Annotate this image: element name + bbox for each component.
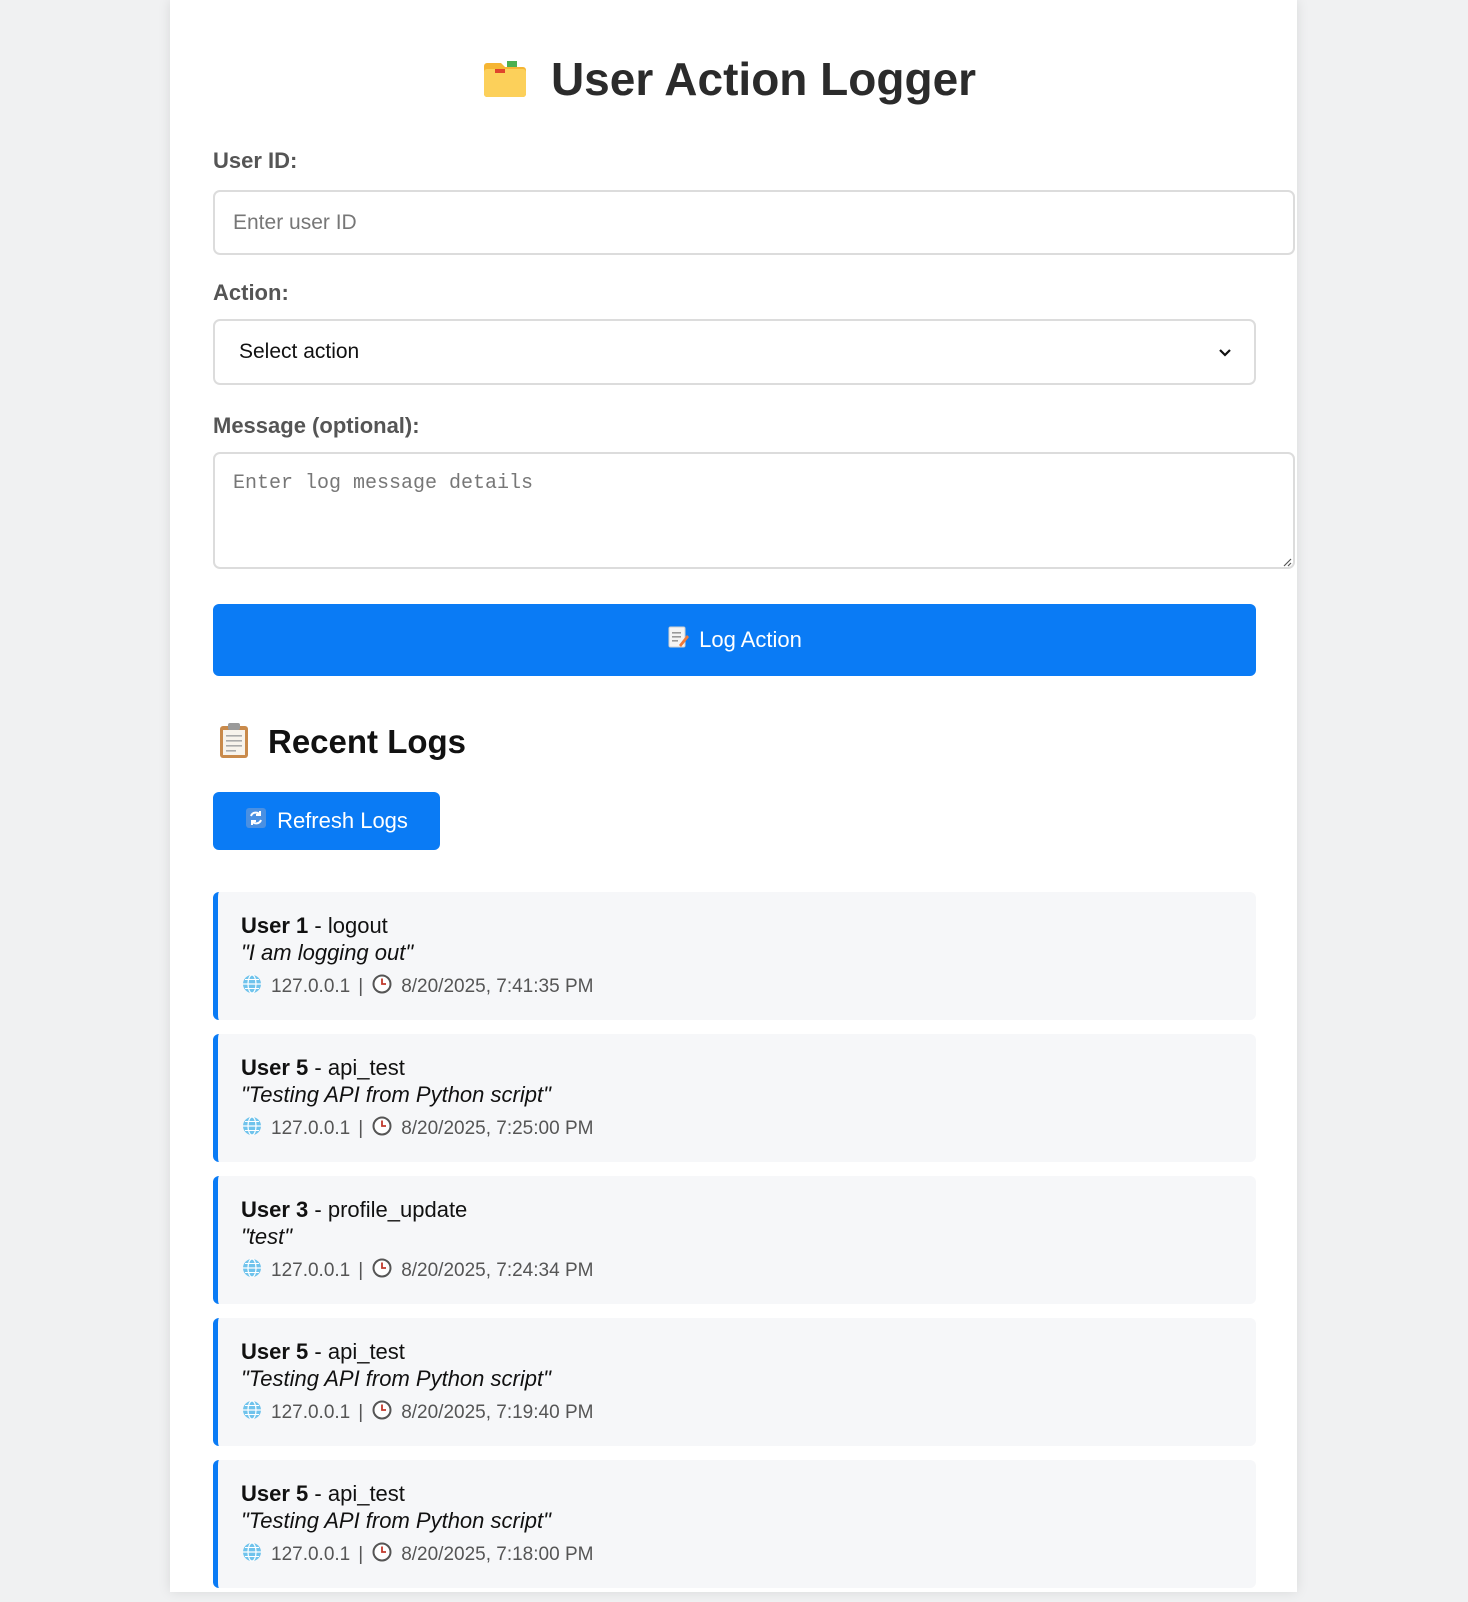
log-user: User 5 [241,1055,309,1080]
action-label: Action: [213,280,289,305]
log-user: User 5 [241,1339,309,1364]
log-meta: 127.0.0.1 | 8/20/2025, 7:41:35 PM [241,973,1256,1001]
log-action: profile_update [327,1197,468,1222]
log-message: "test" [241,1224,293,1249]
log-ip: 127.0.0.1 [271,1544,351,1565]
log-time: 8/20/2025, 7:41:35 PM [401,976,594,997]
log-header: User 5 - api_test [241,1339,405,1364]
log-meta: 127.0.0.1 | 8/20/2025, 7:25:00 PM [241,1115,1256,1143]
globe-icon [241,1541,263,1569]
log-ip: 127.0.0.1 [271,1118,351,1139]
main-card: User Action Logger User ID: Action: Sele… [170,0,1297,1592]
log-entry: User 1 - logout "I am logging out" 127.0… [213,892,1256,1020]
log-separator: | [358,1260,364,1281]
log-header: User 5 - api_test [241,1055,405,1080]
log-message: "Testing API from Python script" [241,1366,551,1391]
chevron-down-icon [1218,340,1232,364]
log-action-label: Log Action [699,627,802,652]
log-time: 8/20/2025, 7:18:00 PM [401,1544,594,1565]
log-header: User 5 - api_test [241,1481,405,1506]
message-textarea[interactable] [213,452,1295,569]
globe-icon [241,1399,263,1427]
resize-grip-icon[interactable] [1282,554,1292,567]
log-separator: | [358,976,364,997]
clock-icon [371,1115,393,1143]
refresh-logs-button[interactable]: Refresh Logs [213,792,440,850]
log-list: User 1 - logout "I am logging out" 127.0… [213,892,1256,1602]
log-entry: User 5 - api_test "Testing API from Pyth… [213,1318,1256,1446]
log-user: User 1 [241,913,309,938]
log-entry: User 3 - profile_update "test" 127.0.0.1… [213,1176,1256,1304]
log-action: logout [327,913,388,938]
log-meta: 127.0.0.1 | 8/20/2025, 7:18:00 PM [241,1541,1256,1569]
memo-icon [667,625,690,655]
log-separator: | [358,1402,364,1423]
log-ip: 127.0.0.1 [271,976,351,997]
recent-logs-heading: Recent Logs [218,720,466,764]
log-message: "Testing API from Python script" [241,1082,551,1107]
log-ip: 127.0.0.1 [271,1260,351,1281]
refresh-logs-label: Refresh Logs [277,808,408,833]
clock-icon [371,1399,393,1427]
log-time: 8/20/2025, 7:25:00 PM [401,1118,594,1139]
log-header: User 3 - profile_update [241,1197,468,1222]
log-meta: 127.0.0.1 | 8/20/2025, 7:19:40 PM [241,1399,1256,1427]
globe-icon [241,973,263,1001]
page-title: User Action Logger [550,53,977,105]
log-ip: 127.0.0.1 [271,1402,351,1423]
log-user: User 5 [241,1481,309,1506]
action-select[interactable]: Select action [213,319,1256,385]
clock-icon [371,1257,393,1285]
message-label: Message (optional): [213,413,420,438]
globe-icon [241,1115,263,1143]
user-id-input[interactable] [213,190,1295,255]
log-meta: 127.0.0.1 | 8/20/2025, 7:24:34 PM [241,1257,1256,1285]
log-action-button[interactable]: Log Action [213,604,1256,676]
log-user: User 3 [241,1197,309,1222]
log-separator: | [358,1544,364,1565]
page-header: User Action Logger [170,52,1297,112]
log-action: api_test [327,1339,405,1364]
log-time: 8/20/2025, 7:19:40 PM [401,1402,594,1423]
log-entry: User 5 - api_test "Testing API from Pyth… [213,1034,1256,1162]
globe-icon [241,1257,263,1285]
log-message: "I am logging out" [241,940,414,965]
clock-icon [371,973,393,1001]
log-entry: User 5 - api_test "Testing API from Pyth… [213,1460,1256,1588]
clock-icon [371,1541,393,1569]
log-time: 8/20/2025, 7:24:34 PM [401,1260,594,1281]
recent-logs-title: Recent Logs [268,723,467,760]
clipboard-icon [218,721,250,764]
user-id-label: User ID: [213,148,298,173]
log-action: api_test [327,1481,405,1506]
action-select-value: Select action [239,340,360,363]
log-separator: | [358,1118,364,1139]
log-action: api_test [327,1055,405,1080]
refresh-icon [245,807,267,835]
log-header: User 1 - logout [241,913,388,938]
folder-icon [481,55,529,104]
log-message: "Testing API from Python script" [241,1508,551,1533]
